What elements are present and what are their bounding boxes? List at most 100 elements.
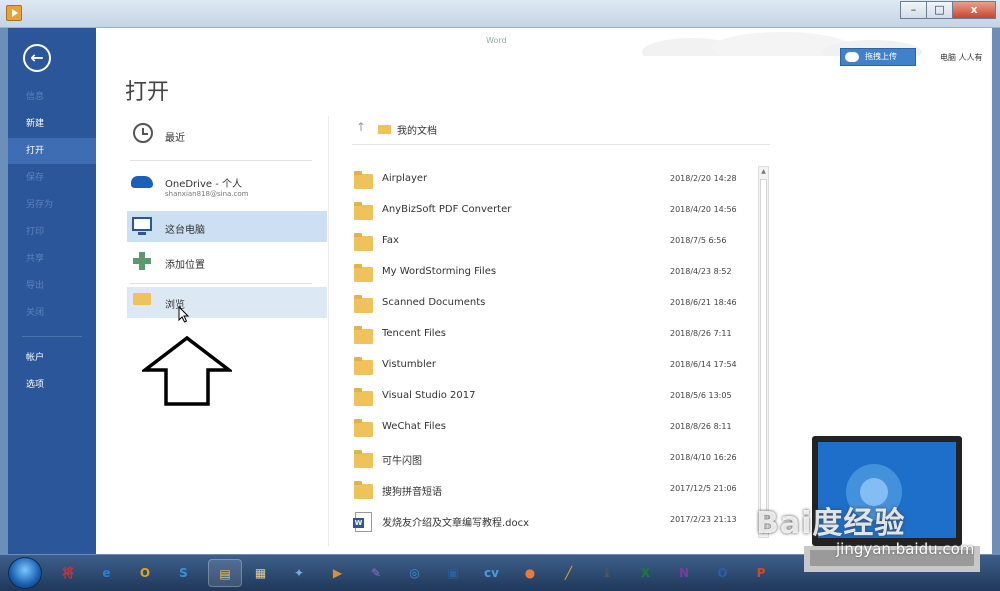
nav-item[interactable]: 新建 (8, 111, 96, 137)
folder-icon (354, 202, 373, 220)
place-this-pc[interactable]: 这台电脑 (127, 211, 327, 242)
nav-item[interactable]: 帐户 (8, 345, 96, 371)
taskbar-app-icon[interactable]: e (93, 559, 121, 587)
scroll-thumb[interactable] (760, 179, 767, 527)
place-recent[interactable]: 最近 (127, 122, 327, 150)
folder-icon (354, 388, 373, 406)
list-item[interactable]: Fax 2018/7/5 6:56 (352, 230, 752, 261)
taskbar-app-icon[interactable]: ♝ (593, 559, 621, 587)
file-name: Vistumbler (382, 359, 436, 370)
nav-item[interactable]: 保存 (8, 165, 96, 191)
file-date: 2018/8/26 8:11 (670, 422, 732, 431)
place-add[interactable]: 添加位置 (127, 249, 327, 277)
taskbar-app-icon[interactable]: X (632, 559, 660, 587)
minimize-button[interactable]: – (900, 1, 927, 19)
taskbar-app-icon[interactable]: P (747, 559, 775, 587)
taskbar-app-icon[interactable]: ╱ (555, 559, 583, 587)
file-date: 2018/8/26 7:11 (670, 329, 732, 338)
back-arrow-icon[interactable]: ← (23, 44, 51, 72)
file-date: 2018/5/6 13:05 (670, 391, 732, 400)
list-item[interactable]: My WordStorming Files 2018/4/23 8:52 (352, 261, 752, 292)
panel-divider (328, 116, 329, 546)
scroll-up-arrow-icon[interactable]: ▲ (759, 167, 768, 177)
file-date: 2018/4/23 8:52 (670, 267, 732, 276)
file-date: 2018/4/20 14:56 (670, 205, 737, 214)
scrollbar[interactable]: ▲ ▼ (758, 166, 769, 538)
watermark-logo: Bai度经验 (756, 506, 906, 541)
breadcrumb-folder[interactable]: 我的文档 (397, 122, 437, 137)
start-button[interactable] (8, 557, 42, 589)
list-item[interactable]: 搜狗拼音短语 2017/12/5 21:06 (352, 478, 752, 509)
close-button[interactable]: x (952, 1, 996, 19)
place-onedrive[interactable]: OneDrive - 个人 shanxian818@sina.com (127, 172, 327, 204)
nav-item[interactable]: 共享 (8, 246, 96, 272)
taskbar-app-icon[interactable]: S (170, 559, 198, 587)
maximize-button[interactable]: □ (926, 1, 953, 19)
taskbar-app-icon[interactable]: 将 (54, 559, 82, 587)
file-name: 可牛闪图 (382, 456, 422, 467)
file-date: 2017/12/5 21:06 (670, 484, 737, 493)
app-label: Word (486, 36, 507, 45)
nav-item[interactable]: 信息 (8, 84, 96, 110)
nav-item[interactable]: 导出 (8, 273, 96, 299)
folder-icon (354, 171, 373, 189)
nav-item[interactable]: 另存为 (8, 192, 96, 218)
place-browse[interactable]: 浏览 (127, 287, 327, 318)
file-name: 发烧友介绍及文章编写教程.docx (382, 518, 530, 529)
list-item[interactable]: AnyBizSoft PDF Converter 2018/4/20 14:56 (352, 199, 752, 230)
taskbar-app-icon[interactable]: ✦ (285, 559, 313, 587)
nav-separator (22, 336, 82, 337)
taskbar-app-icon[interactable]: ▦ (247, 559, 275, 587)
up-arrow-icon[interactable]: ↑ (356, 120, 366, 134)
taskbar-app-icon[interactable]: O (709, 559, 737, 587)
folder-icon (354, 419, 373, 437)
folder-icon (354, 326, 373, 344)
divider (352, 144, 770, 145)
plus-icon (133, 252, 151, 270)
list-item[interactable]: Scanned Documents 2018/6/21 18:46 (352, 292, 752, 323)
list-item[interactable]: Tencent Files 2018/8/26 7:11 (352, 323, 752, 354)
app-icon[interactable] (6, 5, 22, 21)
taskbar-app-icon[interactable]: ✎ (362, 559, 390, 587)
folder-icon (354, 450, 373, 468)
file-date: 2018/7/5 6:56 (670, 236, 727, 245)
nav-item[interactable]: 关闭 (8, 300, 96, 326)
taskbar-app-icon[interactable]: ▶ (324, 559, 352, 587)
list-item[interactable]: Airplayer 2018/2/20 14:28 (352, 168, 752, 199)
taskbar-app-icon[interactable]: ▤ (208, 559, 242, 587)
file-name: Fax (382, 235, 399, 246)
folder-icon (133, 293, 151, 305)
folder-icon (354, 295, 373, 313)
word-document-icon (353, 512, 372, 532)
user-name[interactable]: 电脑 人人有 (940, 52, 983, 63)
clock-icon (133, 123, 153, 143)
computer-icon (132, 217, 152, 235)
file-date: 2018/4/10 16:26 (670, 453, 737, 462)
nav-item[interactable]: 打印 (8, 219, 96, 245)
taskbar-app-icon[interactable]: ◎ (401, 559, 429, 587)
folder-icon (354, 481, 373, 499)
file-date: 2018/6/21 18:46 (670, 298, 737, 307)
taskbar-app-icon[interactable]: O (131, 559, 159, 587)
cloud-icon (845, 52, 859, 62)
taskbar-app-icon[interactable]: N (670, 559, 698, 587)
list-item[interactable]: Vistumbler 2018/6/14 17:54 (352, 354, 752, 385)
folder-icon (354, 264, 373, 282)
list-item[interactable]: Visual Studio 2017 2018/5/6 13:05 (352, 385, 752, 416)
watermark-url: jingyan.baidu.com (836, 540, 975, 558)
mouse-cursor-icon (178, 306, 190, 323)
upload-button[interactable]: 拖拽上传 (840, 48, 916, 66)
list-item[interactable]: WeChat Files 2018/8/26 8:11 (352, 416, 752, 447)
taskbar-app-icon[interactable]: ● (516, 559, 544, 587)
taskbar-app-icon[interactable]: ▣ (439, 559, 467, 587)
list-item[interactable]: 可牛闪图 2018/4/10 16:26 (352, 447, 752, 478)
taskbar-app-icon[interactable]: cv (478, 559, 506, 587)
file-name: Tencent Files (382, 328, 446, 339)
nav-item[interactable]: 打开 (8, 138, 96, 164)
folder-icon (354, 233, 373, 251)
nav-item[interactable]: 选项 (8, 372, 96, 398)
file-date: 2018/2/20 14:28 (670, 174, 737, 183)
list-item[interactable]: 发烧友介绍及文章编写教程.docx 2017/2/23 21:13 (352, 509, 752, 540)
place-onedrive-email: shanxian818@sina.com (165, 190, 249, 198)
place-recent-label: 最近 (165, 133, 185, 144)
